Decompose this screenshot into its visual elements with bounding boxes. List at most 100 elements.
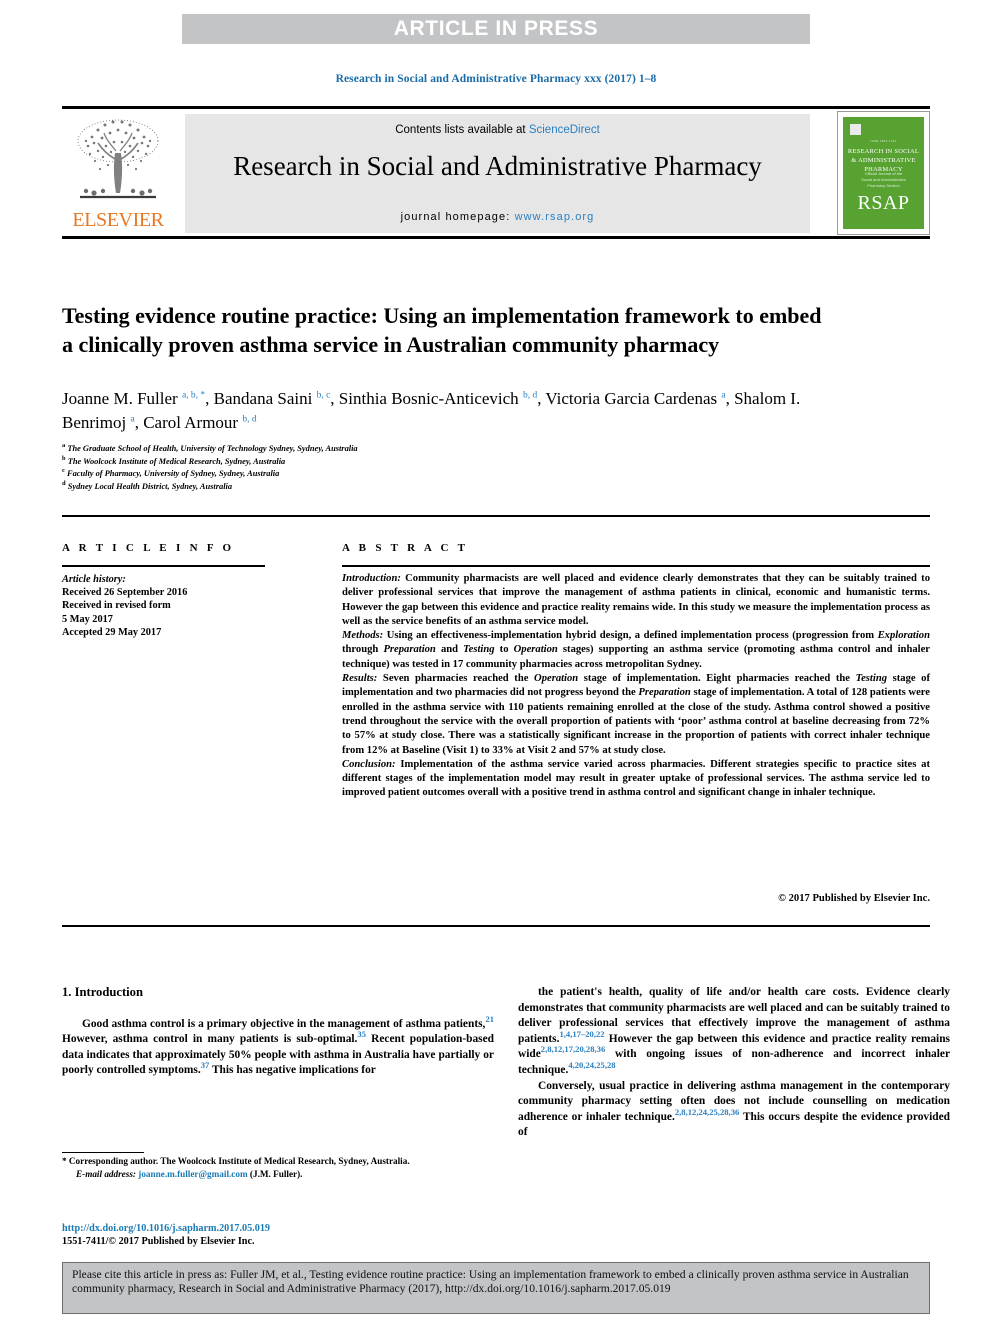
abstract-body: Introduction: Community pharmacists are …: [342, 572, 930, 801]
abstract-section: Methods: Using an effectiveness-implemen…: [342, 629, 930, 672]
masthead-rule-bottom: [62, 236, 930, 239]
section-heading-introduction: 1. Introduction: [62, 985, 143, 999]
sciencedirect-link[interactable]: ScienceDirect: [529, 124, 600, 136]
body-paragraph: Conversely, usual practice in delivering…: [518, 1079, 950, 1139]
author-list: Joanne M. Fuller a, b, *, Bandana Saini …: [62, 389, 801, 432]
journal-title: Research in Social and Administrative Ph…: [233, 151, 762, 181]
author-name: Sinthia Bosnic-Anticevich: [338, 389, 523, 408]
body-right-paragraphs: the patient's health, quality of life an…: [518, 985, 950, 1141]
masthead-center-panel: Contents lists available at ScienceDirec…: [185, 114, 810, 233]
article-in-press-label: ARTICLE IN PRESS: [393, 17, 599, 40]
abstract-underline: [342, 565, 930, 567]
article-received: Received 26 September 2016: [62, 587, 188, 599]
abstract-copyright: © 2017 Published by Elsevier Inc.: [778, 893, 930, 904]
doi-link[interactable]: http://dx.doi.org/10.1016/j.sapharm.2017…: [62, 1222, 494, 1235]
homepage-url-link[interactable]: www.rsap.org: [515, 211, 595, 223]
homepage-label: journal homepage:: [400, 211, 515, 223]
article-revised-date: 5 May 2017: [62, 613, 113, 625]
footnote-rule: [62, 1152, 144, 1153]
abstract-stage-name: Testing: [463, 644, 495, 656]
journal-homepage-line: journal homepage: www.rsap.org: [185, 211, 810, 223]
elsevier-tree-icon: [77, 119, 159, 199]
email-address-label: E-mail address:: [76, 1168, 136, 1179]
citation-reference[interactable]: 4,20,24,25,28: [568, 1060, 615, 1070]
elsevier-wordmark: ELSEVIER: [72, 209, 164, 231]
author-affiliation-mark: a: [130, 414, 135, 425]
body-left-paragraphs: Good asthma control is a primary objecti…: [62, 1013, 495, 1079]
affiliation-item: a The Graduate School of Health, Univers…: [62, 442, 682, 456]
cover-art: ISSN 1551-7411 RESEARCH IN SOCIAL & ADMI…: [843, 117, 924, 229]
abstract-stage-name: Preparation: [383, 644, 436, 656]
abstract-section: Conclusion: Implementation of the asthma…: [342, 758, 930, 801]
citation-reference[interactable]: 37: [201, 1061, 210, 1071]
cite-this-article-box: Please cite this article in press as: Fu…: [62, 1262, 930, 1314]
article-info-underline: [62, 565, 265, 567]
abstract-section: Introduction: Community pharmacists are …: [342, 572, 930, 629]
affiliation-text: Sydney Local Health District, Sydney, Au…: [65, 481, 233, 491]
body-paragraph: the patient's health, quality of life an…: [518, 986, 950, 1076]
abstract-section-label: Results:: [342, 673, 378, 685]
citation-reference[interactable]: 1,4,17–20,22: [559, 1029, 604, 1039]
masthead-rule-top: [62, 106, 930, 109]
citation-reference[interactable]: 35: [357, 1029, 366, 1039]
email-note: E-mail address: joanne.m.fuller@gmail.co…: [62, 1168, 494, 1181]
cover-acronym: RSAP: [857, 192, 910, 214]
author-affiliation-mark: b, d: [242, 414, 257, 425]
author-name: Bandana Saini: [213, 389, 317, 408]
abstract-heading: A B S T R A C T: [342, 542, 469, 554]
citation-reference[interactable]: 2,8,12,24,25,28,36: [675, 1107, 739, 1117]
contents-prefix: Contents lists available at: [395, 124, 529, 136]
article-revised-label: Received in revised form: [62, 600, 171, 612]
elsevier-logo: ELSEVIER: [62, 113, 174, 235]
abstract-section-label: Conclusion:: [342, 758, 396, 770]
affiliation-item: b The Woolcock Institute of Medical Rese…: [62, 455, 682, 469]
abstract-section: Results: Seven pharmacies reached the Op…: [342, 672, 930, 758]
abstract-stage-name: Operation: [513, 644, 558, 656]
issn-copyright-line: 1551-7411/© 2017 Published by Elsevier I…: [62, 1236, 255, 1248]
abstract-stage-name: Testing: [855, 673, 888, 685]
abstract-section-text: Using an effectiveness-implementation hy…: [342, 630, 930, 670]
abstract-stage-name: Exploration: [877, 630, 930, 642]
author-affiliation-mark: b, d: [522, 390, 538, 401]
info-abstract-top-rule: [62, 515, 930, 517]
cover-logo-box: [850, 124, 861, 135]
citation-reference[interactable]: 21: [485, 1014, 494, 1024]
article-in-press-banner: ARTICLE IN PRESS: [182, 14, 810, 44]
author-affiliation-mark: a: [721, 390, 726, 401]
page-title: Testing evidence routine practice: Using…: [62, 302, 822, 357]
author-name: Carol Armour: [143, 413, 243, 432]
doi-block: http://dx.doi.org/10.1016/j.sapharm.2017…: [62, 1222, 494, 1249]
author-name: Joanne M. Fuller: [62, 389, 182, 408]
affiliation-text: The Woolcock Institute of Medical Resear…: [65, 456, 286, 466]
body-paragraph: Good asthma control is a primary objecti…: [62, 1013, 495, 1077]
abstract-section-text: Implementation of the asthma service var…: [342, 758, 930, 799]
email-link[interactable]: joanne.m.fuller@gmail.com: [138, 1169, 247, 1179]
affiliation-item: d Sydney Local Health District, Sydney, …: [62, 480, 682, 494]
abstract-section-text: Community pharmacists are well placed an…: [342, 573, 930, 627]
author-affiliation-mark: a, b, *: [181, 390, 206, 401]
running-head: Research in Social and Administrative Ph…: [335, 73, 657, 85]
abstract-bottom-rule: [62, 925, 930, 927]
abstract-section-label: Methods:: [342, 630, 384, 642]
journal-masthead: ELSEVIER Contents lists available at Sci…: [62, 111, 930, 235]
body-column-right: the patient's health, quality of life an…: [518, 985, 950, 1141]
cite-this-article-text: Please cite this article in press as: Fu…: [72, 1268, 909, 1296]
author-name: Victoria Garcia Cardenas: [545, 389, 722, 408]
footnote-block: * Corresponding author. The Woolcock Ins…: [62, 1155, 494, 1180]
affiliation-list: a The Graduate School of Health, Univers…: [62, 442, 682, 494]
affiliation-text: Faculty of Pharmacy, University of Sydne…: [64, 469, 280, 479]
cover-issn: ISSN 1551-7411: [870, 139, 897, 143]
affiliation-item: c Faculty of Pharmacy, University of Syd…: [62, 468, 682, 481]
abstract-stage-name: Operation: [534, 673, 579, 685]
article-info-heading: A R T I C L E I N F O: [62, 542, 235, 554]
affiliation-text: The Graduate School of Health, Universit…: [65, 444, 358, 453]
journal-cover-thumbnail[interactable]: ISSN 1551-7411 RESEARCH IN SOCIAL & ADMI…: [837, 111, 930, 235]
contents-lists-line: Contents lists available at ScienceDirec…: [185, 124, 810, 136]
abstract-stage-name: Preparation: [638, 687, 691, 699]
cover-subtitle: Official Journal of the Social and Admini…: [861, 171, 906, 188]
citation-reference[interactable]: 2,8,12,17,20,28,36: [541, 1045, 605, 1055]
email-owner: (J.M. Fuller).: [249, 1168, 303, 1179]
corresponding-author-note: * Corresponding author. The Woolcock Ins…: [62, 1156, 410, 1166]
abstract-section-text: Seven pharmacies reached the Operation s…: [342, 673, 931, 756]
body-column-left: 1. Introduction Good asthma control is a…: [62, 985, 494, 1079]
